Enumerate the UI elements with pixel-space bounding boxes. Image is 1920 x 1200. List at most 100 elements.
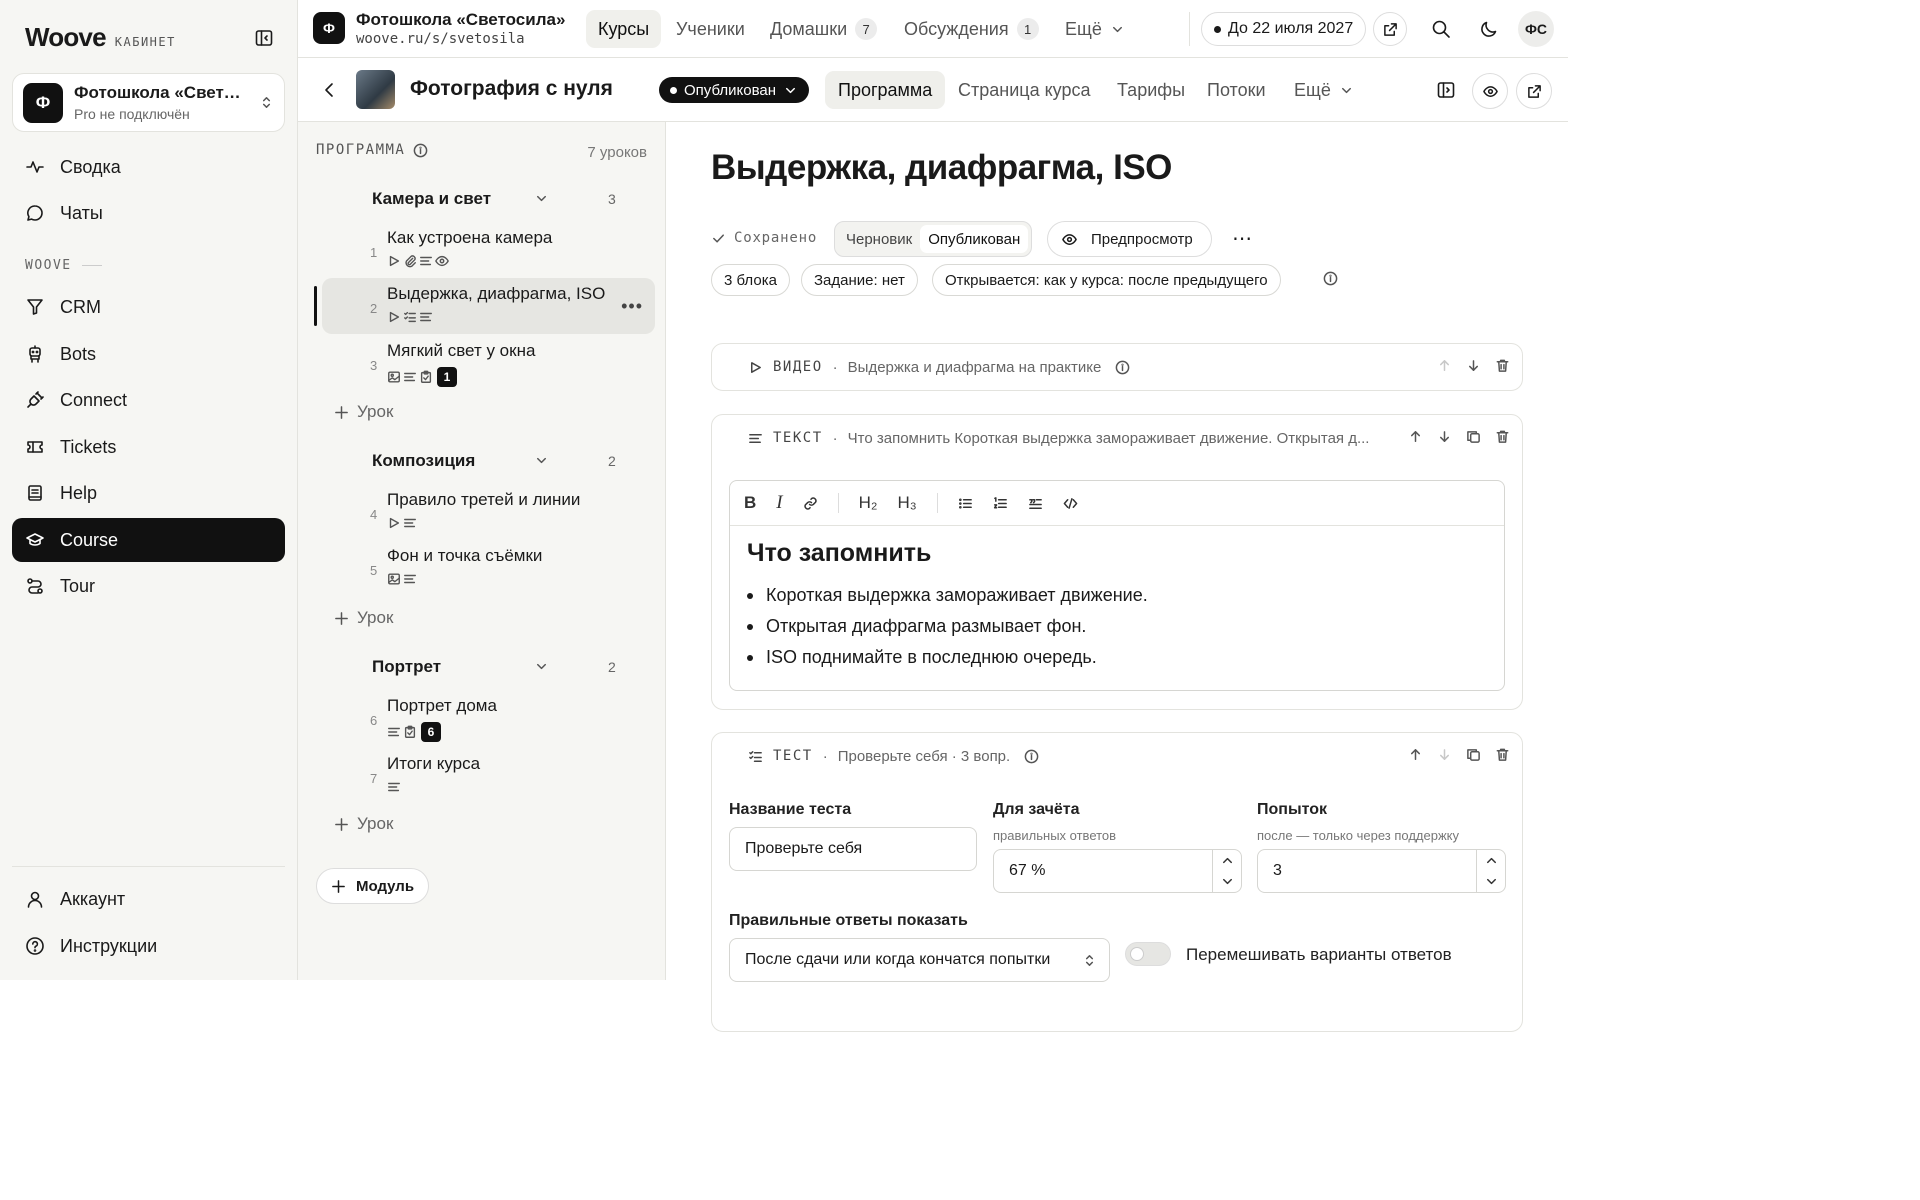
sidebar-item-connect[interactable]: Connect [12, 378, 285, 422]
info-icon[interactable] [1024, 749, 1039, 764]
tab-streams[interactable]: Потоки [1194, 71, 1279, 109]
sidebar-item-summary[interactable]: Сводка [12, 145, 285, 189]
back-button[interactable] [320, 80, 340, 100]
sidebar-item-tour[interactable]: Tour [12, 564, 285, 608]
lesson-title-heading[interactable]: Выдержка, диафрагма, ISO [711, 148, 1172, 188]
rich-text-editor[interactable]: B I H₂ H₃ Что запомнить Короткая выдержк… [729, 480, 1505, 691]
tab-courses[interactable]: Курсы [586, 10, 662, 48]
arrow-down-icon[interactable] [1437, 429, 1452, 444]
school-url[interactable]: woove.ru/s/svetosila [356, 31, 525, 47]
course-status-dropdown[interactable]: Опубликован [659, 77, 810, 103]
sidebar-item-tickets[interactable]: Tickets [12, 425, 285, 469]
link-button[interactable] [803, 496, 818, 511]
arrow-up-icon[interactable] [1408, 747, 1423, 762]
open-course-button[interactable] [1516, 73, 1552, 109]
text-block[interactable]: ТЕКСТ · Что запомнить Короткая выдержка … [711, 414, 1523, 710]
shuffle-toggle[interactable] [1125, 942, 1171, 966]
lesson-more-button[interactable]: ••• [621, 296, 643, 317]
heading3-button[interactable]: H₃ [898, 493, 917, 513]
open-site-button[interactable] [1373, 12, 1407, 46]
lesson-item[interactable]: 3 Мягкий свет у окна 1 [322, 335, 655, 391]
mode-published[interactable]: Опубликован [920, 225, 1029, 253]
arrow-up-icon[interactable] [1437, 358, 1452, 373]
tab-more[interactable]: Ещё [1053, 10, 1137, 48]
content-bullet-list[interactable]: Короткая выдержка замораживает движение.… [747, 585, 1148, 678]
sidebar-item-crm[interactable]: CRM [12, 285, 285, 329]
school-switcher[interactable]: Ф Фотошкола «Светосила» Pro не подключён [12, 73, 285, 132]
sidebar-item-instructions[interactable]: Инструкции [12, 924, 285, 968]
italic-button[interactable]: I [776, 492, 782, 514]
lesson-item[interactable]: 6 Портрет дома 6 [322, 690, 655, 746]
arrow-down-icon[interactable] [1466, 358, 1481, 373]
info-icon[interactable] [413, 143, 428, 158]
sidebar-collapse-icon[interactable] [254, 28, 274, 48]
bold-button[interactable]: B [744, 493, 756, 513]
info-icon[interactable] [1323, 271, 1338, 286]
bullet-list-button[interactable] [958, 496, 973, 511]
ordered-list-button[interactable] [993, 496, 1008, 511]
module-header[interactable]: Композиция 2 [372, 451, 632, 471]
tab-course-more[interactable]: Ещё [1281, 71, 1367, 109]
sidebar-item-help[interactable]: Help [12, 471, 285, 515]
trash-icon[interactable] [1495, 747, 1510, 762]
chevron-up-icon[interactable] [1484, 853, 1499, 868]
lesson-item[interactable]: 1 Как устроена камера [322, 222, 655, 278]
search-button[interactable] [1431, 19, 1451, 39]
trash-icon[interactable] [1495, 358, 1510, 373]
copy-icon[interactable] [1466, 747, 1481, 762]
lesson-item-selected[interactable]: 2 Выдержка, диафрагма, ISO ••• [314, 278, 655, 334]
pass-threshold-stepper[interactable]: 67 % [993, 849, 1242, 893]
tab-discussions[interactable]: Обсуждения 1 [892, 10, 1051, 48]
chevron-down-icon[interactable] [534, 453, 549, 468]
chip-blocks[interactable]: 3 блока [711, 264, 790, 296]
preview-button[interactable]: Предпросмотр [1047, 221, 1212, 257]
lesson-item[interactable]: 4 Правило третей и линии [322, 484, 655, 540]
add-lesson-button[interactable]: Урок [334, 402, 393, 422]
tab-course-page[interactable]: Страница курса [945, 71, 1103, 109]
chevron-down-icon[interactable] [534, 191, 549, 206]
quote-button[interactable] [1028, 496, 1043, 511]
chevron-up-icon[interactable] [1220, 853, 1235, 868]
copy-icon[interactable] [1466, 429, 1481, 444]
module-header[interactable]: Портрет 2 [372, 657, 632, 677]
school-logo[interactable]: Ф [313, 12, 345, 44]
chip-opens[interactable]: Открывается: как у курса: после предыдущ… [932, 264, 1281, 296]
code-button[interactable] [1063, 496, 1078, 511]
sidebar-item-chats[interactable]: Чаты [12, 191, 285, 235]
video-block[interactable]: ВИДЕО · Выдержка и диафрагма на практике [711, 343, 1523, 391]
lesson-item[interactable]: 5 Фон и точка съёмки [322, 540, 655, 596]
sidebar-item-bots[interactable]: Bots [12, 332, 285, 376]
attempts-stepper[interactable]: 3 [1257, 849, 1506, 893]
chevron-down-icon[interactable] [1220, 874, 1235, 889]
add-module-button[interactable]: Модуль [316, 868, 430, 904]
content-heading[interactable]: Что запомнить [747, 539, 931, 568]
tab-tariffs[interactable]: Тарифы [1104, 71, 1198, 109]
preview-course-button[interactable] [1472, 73, 1508, 109]
chevron-down-icon[interactable] [1484, 874, 1499, 889]
tab-homework[interactable]: Домашки 7 [758, 10, 889, 48]
test-block[interactable]: ТЕСТ · Проверьте себя · 3 вопр. Название… [711, 732, 1523, 1032]
sidebar-item-course[interactable]: Course [12, 518, 285, 562]
arrow-down-icon[interactable] [1437, 747, 1452, 762]
avatar[interactable]: ФС [1518, 11, 1554, 47]
heading2-button[interactable]: H₂ [859, 493, 878, 513]
trash-icon[interactable] [1495, 429, 1510, 444]
module-header[interactable]: Камера и свет 3 [372, 189, 632, 209]
arrow-up-icon[interactable] [1408, 429, 1423, 444]
chevron-down-icon[interactable] [534, 659, 549, 674]
tab-students[interactable]: Ученики [664, 10, 757, 48]
test-name-input[interactable]: Проверьте себя [729, 827, 977, 871]
toggle-panel-button[interactable] [1436, 80, 1456, 100]
chip-assignment[interactable]: Задание: нет [801, 264, 918, 296]
subscription-pill[interactable]: До 22 июля 2027 [1201, 12, 1367, 46]
sidebar-item-account[interactable]: Аккаунт [12, 877, 285, 921]
logo[interactable]: Woove КАБИНЕТ [25, 22, 176, 53]
lesson-more-button[interactable]: ⋯ [1232, 226, 1253, 251]
theme-toggle[interactable] [1479, 19, 1499, 39]
info-icon[interactable] [1115, 360, 1130, 375]
mode-draft[interactable]: Черновик [838, 225, 920, 253]
add-lesson-button[interactable]: Урок [334, 814, 393, 834]
show-answers-select[interactable]: После сдачи или когда кончатся попытки [729, 938, 1110, 982]
lesson-item[interactable]: 7 Итоги курса [322, 748, 655, 804]
tab-program[interactable]: Программа [825, 71, 946, 109]
